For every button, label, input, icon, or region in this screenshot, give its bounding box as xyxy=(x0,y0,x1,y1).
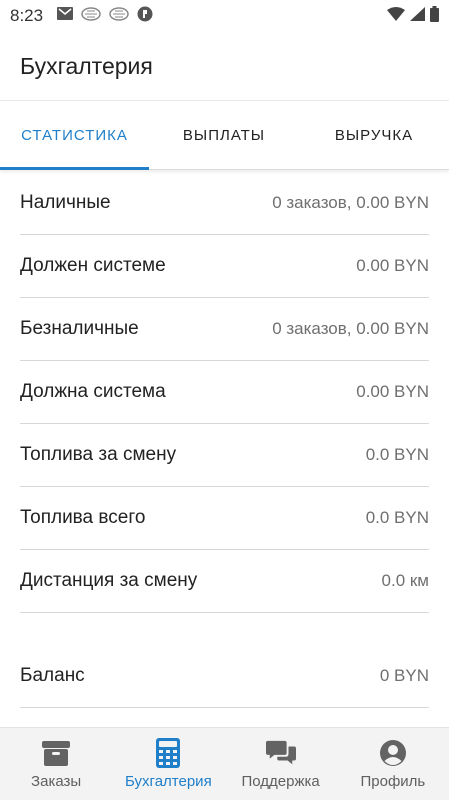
tab-payouts[interactable]: ВЫПЛАТЫ xyxy=(149,101,299,169)
mail-icon xyxy=(57,7,74,25)
stat-value: 0.0 BYN xyxy=(365,445,429,464)
sync-icon xyxy=(137,6,153,27)
app-notification-icon xyxy=(81,6,101,26)
stat-row-cash: Наличные 0 заказов, 0.00 BYN xyxy=(20,172,429,235)
stat-value: 0.00 BYN xyxy=(356,382,429,401)
stat-label: Наличные xyxy=(20,192,111,213)
wifi-icon xyxy=(387,6,405,26)
balance-label: Баланс xyxy=(20,665,85,686)
nav-item-profile[interactable]: Профиль xyxy=(337,728,449,800)
battery-icon xyxy=(430,5,439,27)
stat-label: Должен системе xyxy=(20,255,166,276)
nav-item-accounting[interactable]: Бухгалтерия xyxy=(112,728,224,800)
status-bar: 8:23 xyxy=(0,0,449,32)
balance-value: 0 BYN xyxy=(379,666,429,685)
nav-label: Бухгалтерия xyxy=(125,773,212,790)
stat-value: 0.00 BYN xyxy=(356,256,429,275)
tab-revenue[interactable]: ВЫРУЧКА xyxy=(299,101,449,169)
calculator-icon xyxy=(153,738,183,768)
stat-row-fuel-total: Топлива всего 0.0 BYN xyxy=(20,487,429,550)
bottom-navigation: Заказы Бухгалтерия Поддержка Профиль xyxy=(0,727,449,800)
app-notification-icon xyxy=(109,6,129,26)
nav-label: Профиль xyxy=(360,773,426,790)
stat-row-cashless: Безналичные 0 заказов, 0.00 BYN xyxy=(20,298,429,361)
stat-label: Безналичные xyxy=(20,318,139,339)
tab-statistics[interactable]: СТАТИСТИКА xyxy=(0,101,149,170)
nav-item-support[interactable]: Поддержка xyxy=(225,728,337,800)
stat-row-system-owes: Должна система 0.00 BYN xyxy=(20,361,429,424)
stat-label: Топлива всего xyxy=(20,507,146,528)
stat-label: Топлива за смену xyxy=(20,444,177,465)
stat-row-owed-to-system: Должен системе 0.00 BYN xyxy=(20,235,429,298)
app-bar: Бухгалтерия xyxy=(0,32,449,100)
stat-row-fuel-shift: Топлива за смену 0.0 BYN xyxy=(20,424,429,487)
system-icons xyxy=(387,5,439,27)
balance-row: Баланс 0 BYN xyxy=(20,645,429,708)
account-icon xyxy=(378,738,408,768)
page-title: Бухгалтерия xyxy=(20,52,153,79)
tab-bar: СТАТИСТИКА ВЫПЛАТЫ ВЫРУЧКА xyxy=(0,100,449,170)
chat-bubbles-icon xyxy=(265,738,296,768)
notification-icons xyxy=(57,6,153,27)
signal-icon xyxy=(410,6,425,26)
nav-label: Заказы xyxy=(31,773,82,790)
stat-label: Должна система xyxy=(20,381,166,402)
nav-item-orders[interactable]: Заказы xyxy=(0,728,112,800)
stat-value: 0.0 км xyxy=(381,571,429,590)
stat-value: 0 заказов, 0.00 BYN xyxy=(272,319,429,338)
stat-value: 0 заказов, 0.00 BYN xyxy=(272,193,429,212)
stat-row-distance-shift: Дистанция за смену 0.0 км xyxy=(20,550,429,613)
stat-value: 0.0 BYN xyxy=(365,508,429,527)
stat-label: Дистанция за смену xyxy=(20,570,198,591)
statistics-list: Наличные 0 заказов, 0.00 BYN Должен сист… xyxy=(0,172,449,708)
box-icon xyxy=(41,738,71,768)
status-time: 8:23 xyxy=(10,6,44,25)
nav-label: Поддержка xyxy=(241,773,320,790)
